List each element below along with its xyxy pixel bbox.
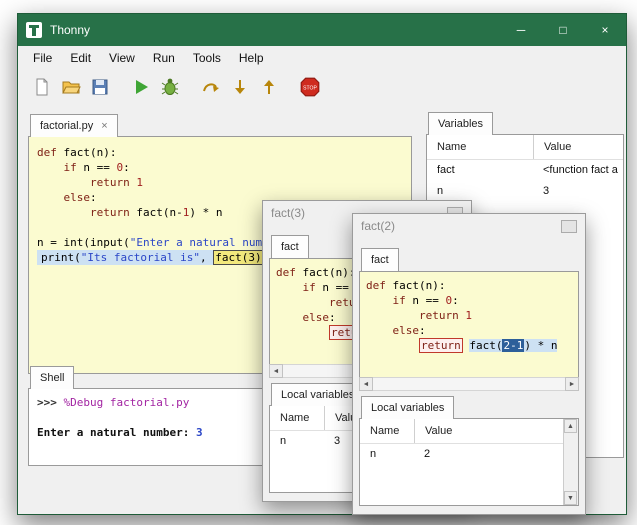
close-tab-icon[interactable]: × — [101, 120, 107, 132]
debug-window-body: fact def fact(n): if n == 0: return 1 el… — [353, 238, 585, 514]
stop-icon: STOP — [299, 76, 321, 98]
scroll-left-icon[interactable] — [359, 377, 373, 391]
tab-fact[interactable]: fact — [271, 235, 309, 258]
column-header-name: Name — [270, 406, 325, 430]
new-file-button[interactable] — [30, 75, 54, 99]
debug-window-title: fact(2) — [361, 219, 395, 233]
svg-text:STOP: STOP — [303, 86, 317, 92]
step-over-icon — [201, 77, 221, 97]
debug-title-bar[interactable]: fact(2) — [353, 214, 585, 238]
scroll-left-icon[interactable] — [269, 364, 283, 378]
stop-button[interactable]: STOP — [298, 75, 322, 99]
cell-name: fact — [427, 160, 533, 181]
cell-value: 2 — [414, 444, 578, 465]
tab-label: factorial.py — [40, 120, 93, 132]
horizontal-scrollbar[interactable] — [359, 377, 579, 391]
code-line: return 1 — [366, 308, 578, 323]
run-script-button[interactable] — [129, 75, 153, 99]
code-line: def fact(n): — [366, 278, 578, 293]
vertical-scrollbar[interactable] — [563, 419, 578, 505]
new-file-icon — [32, 77, 52, 97]
column-header-value: Value — [534, 135, 623, 159]
debug-window-title: fact(3) — [271, 206, 305, 220]
menu-item-file[interactable]: File — [24, 48, 61, 68]
menu-item-tools[interactable]: Tools — [184, 48, 230, 68]
step-out-button[interactable] — [257, 75, 281, 99]
tab-shell[interactable]: Shell — [30, 366, 74, 389]
local-variables-label: Local variables — [361, 396, 454, 419]
toolbar: STOP — [18, 70, 626, 104]
step-into-button[interactable] — [228, 75, 252, 99]
minimize-button[interactable]: ─ — [500, 14, 542, 46]
tab-variables[interactable]: Variables — [428, 112, 493, 135]
code-line: if n == 0: — [37, 160, 411, 175]
menu-item-help[interactable]: Help — [230, 48, 273, 68]
open-folder-icon — [61, 77, 81, 97]
menu-item-edit[interactable]: Edit — [61, 48, 100, 68]
local-variables-table: Name Value n2 — [359, 418, 579, 506]
scroll-down-icon[interactable] — [564, 491, 577, 505]
table-row[interactable]: n2 — [360, 444, 578, 465]
open-file-button[interactable] — [59, 75, 83, 99]
local-variables-label: Local variables — [271, 383, 364, 406]
step-out-icon — [259, 77, 279, 97]
table-row[interactable]: fact<function fact a — [427, 160, 623, 181]
locals-rows: n2 — [360, 444, 578, 465]
scroll-right-icon[interactable] — [565, 377, 579, 391]
thonny-logo-icon — [26, 22, 42, 38]
column-header-value: Value — [415, 419, 578, 443]
step-into-icon — [230, 77, 250, 97]
debug-code-view[interactable]: def fact(n): if n == 0: return 1 else: r… — [359, 271, 579, 379]
cell-value: 3 — [533, 181, 623, 202]
debug-script-button[interactable] — [158, 75, 182, 99]
tab-fact[interactable]: fact — [361, 248, 399, 271]
close-button[interactable]: × — [584, 14, 626, 46]
scroll-up-icon[interactable] — [564, 419, 577, 433]
save-icon — [90, 77, 110, 97]
table-row[interactable]: n3 — [427, 181, 623, 202]
menu-item-view[interactable]: View — [100, 48, 144, 68]
title-bar[interactable]: Thonny ─ □ × — [18, 14, 626, 46]
scrollbar-track[interactable] — [373, 377, 565, 391]
tab-factorial[interactable]: factorial.py × — [30, 114, 118, 137]
debug-bug-icon — [160, 77, 180, 97]
code-line: return fact(2-1) * n — [366, 338, 578, 353]
cell-name: n — [427, 181, 533, 202]
menu-item-run[interactable]: Run — [144, 48, 184, 68]
window-button[interactable] — [561, 220, 577, 233]
code-line: def fact(n): — [37, 145, 411, 160]
cell-name: n — [360, 444, 414, 465]
save-file-button[interactable] — [88, 75, 112, 99]
maximize-button[interactable]: □ — [542, 14, 584, 46]
run-icon — [131, 77, 151, 97]
column-header-name: Name — [360, 419, 415, 443]
menu-bar: FileEditViewRunToolsHelp — [18, 46, 626, 70]
locals-header: Name Value — [360, 419, 578, 444]
screen: Thonny ─ □ × FileEditViewRunToolsHelp — [0, 0, 637, 525]
variables-header: Name Value — [427, 135, 623, 160]
code-line: if n == 0: — [366, 293, 578, 308]
debug-window-fact2: fact(2) fact def fact(n): if n == 0: ret… — [352, 213, 586, 515]
step-over-button[interactable] — [199, 75, 223, 99]
cell-name: n — [270, 431, 324, 452]
column-header-name: Name — [427, 135, 534, 159]
variables-rows: fact<function fact an3 — [427, 160, 623, 202]
code-line: return 1 — [37, 175, 411, 190]
window-title: Thonny — [50, 23, 90, 37]
cell-value: <function fact a — [533, 160, 623, 181]
code-line: else: — [366, 323, 578, 338]
